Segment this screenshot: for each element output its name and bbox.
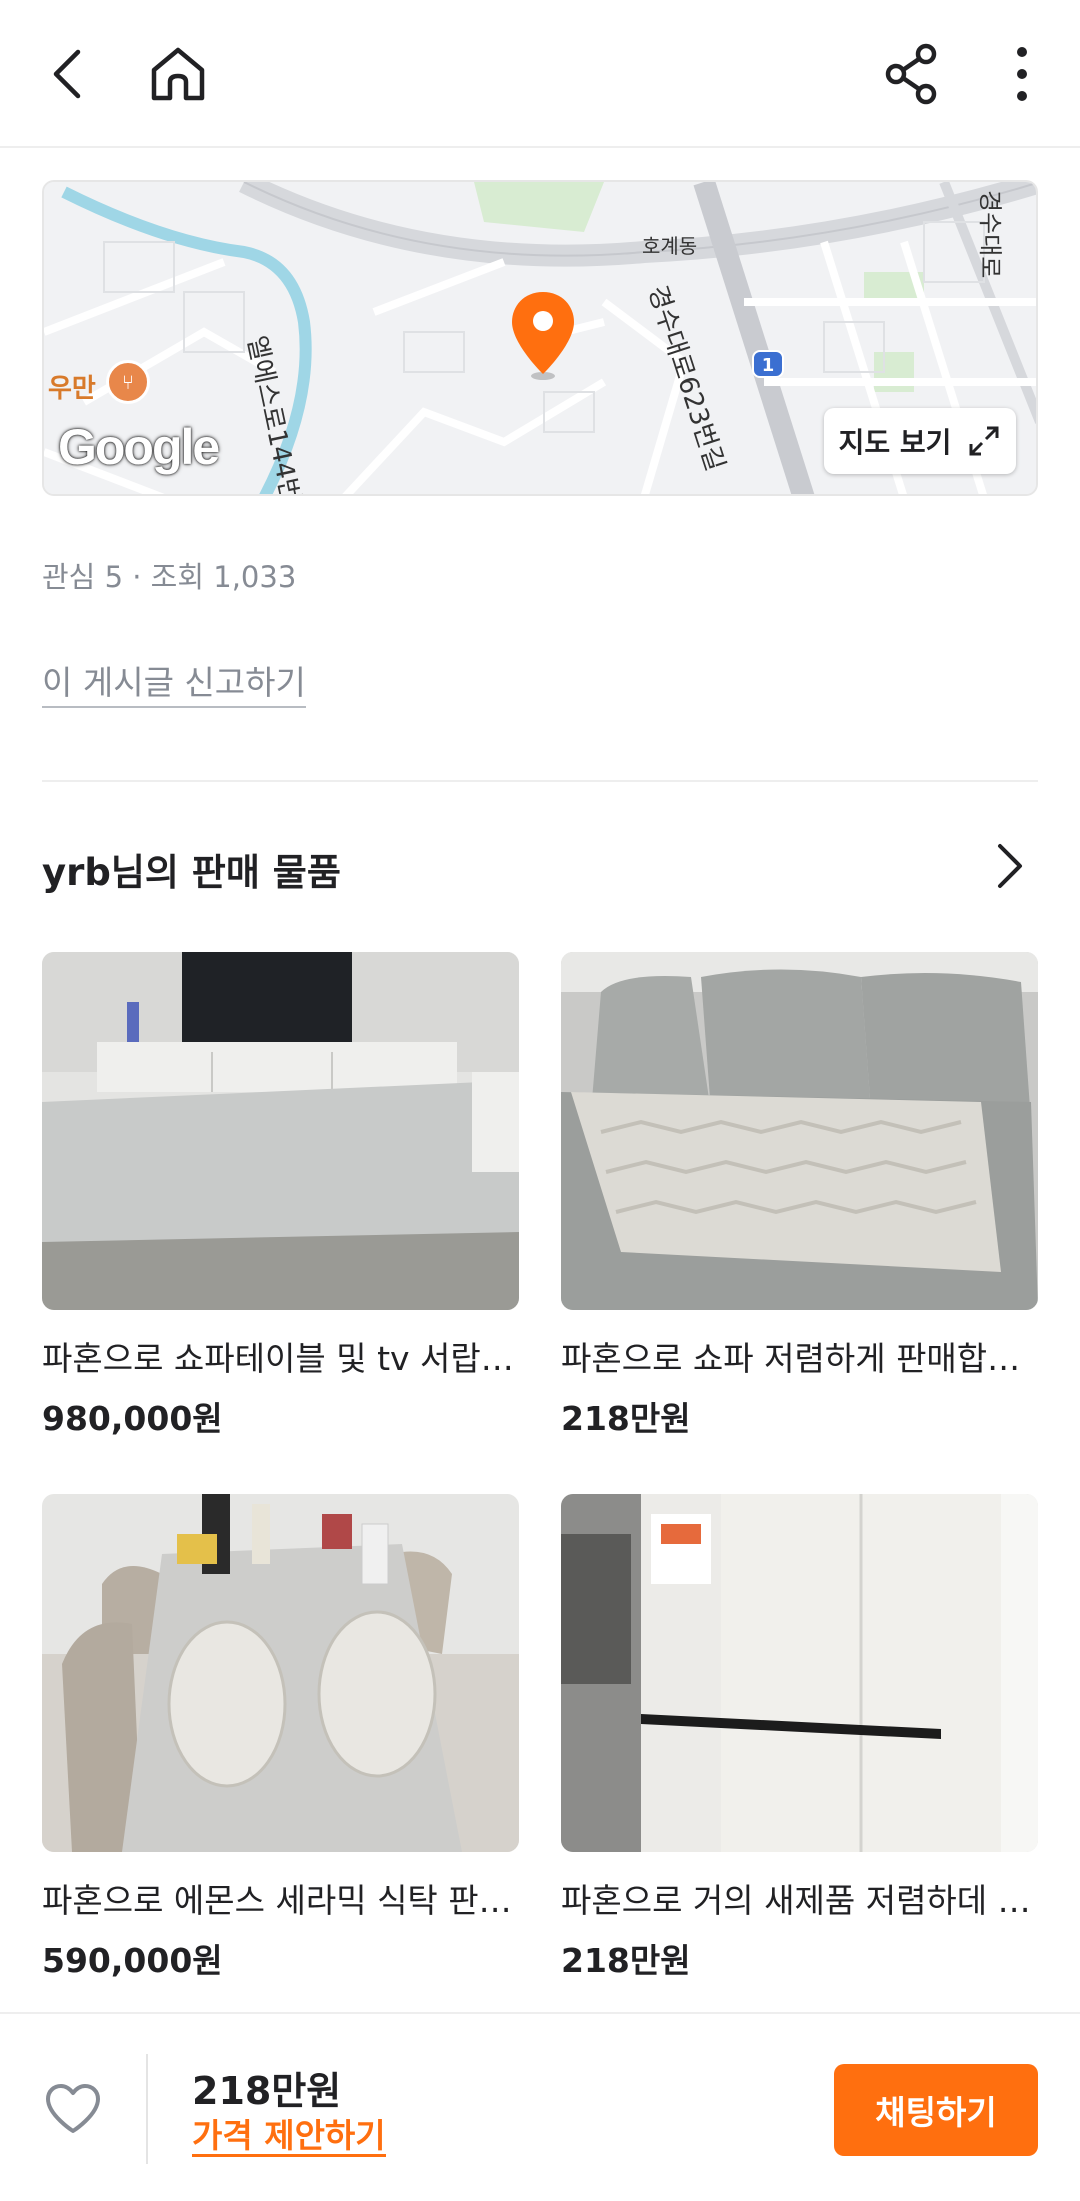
bottom-action-bar: 218만원 가격 제안하기 채팅하기 xyxy=(0,2012,1080,2201)
map-area-label: 호계동 xyxy=(642,234,698,258)
seller-section-title[interactable]: yrb님의 판매 물품 xyxy=(42,842,341,896)
road-number-badge: 1 xyxy=(752,350,784,378)
home-button[interactable] xyxy=(130,26,226,122)
location-pin-icon xyxy=(512,292,574,380)
top-app-bar xyxy=(0,0,1080,148)
location-map[interactable]: 호계동 엘에스로144번길 경수대로623번길 경수대로 우만 ⑂ 1 Goog… xyxy=(42,180,1038,496)
product-card[interactable]: 파혼으로 에몬스 세라믹 식탁 판매합니다 590,000원 xyxy=(42,1494,519,1982)
product-title: 파혼으로 에몬스 세라믹 식탁 판매합니다 xyxy=(42,1881,519,1920)
like-button[interactable] xyxy=(38,2074,108,2144)
share-button[interactable] xyxy=(864,26,960,122)
chevron-right-icon[interactable] xyxy=(980,836,1040,896)
price-offer-link[interactable]: 가격 제안하기 xyxy=(192,2117,386,2158)
product-image xyxy=(561,952,1038,1310)
product-title: 파혼으로 거의 새제품 저렴하데 판매합니다 xyxy=(561,1881,1038,1920)
product-card[interactable]: 파혼으로 쇼파테이블 및 tv 서랍장 저렴하게 판매합니다 980,000원 xyxy=(42,952,519,1440)
product-title: 파혼으로 쇼파 저렴하게 판매합니다 xyxy=(561,1339,1038,1378)
product-card[interactable]: 파혼으로 거의 새제품 저렴하데 판매합니다 218만원 xyxy=(561,1494,1038,1982)
section-divider xyxy=(42,780,1038,782)
back-button[interactable] xyxy=(22,26,118,122)
product-card[interactable]: 파혼으로 쇼파 저렴하게 판매합니다 218만원 xyxy=(561,952,1038,1440)
vertical-divider xyxy=(146,2054,148,2164)
more-options-button[interactable] xyxy=(974,26,1070,122)
product-image xyxy=(42,952,519,1310)
heart-outline-icon xyxy=(46,2084,100,2133)
product-price: 590,000원 xyxy=(42,1941,223,1980)
listing-price: 218만원 xyxy=(192,2069,342,2113)
view-map-label: 지도 보기 xyxy=(838,426,952,459)
product-image xyxy=(561,1494,1038,1852)
chat-button[interactable]: 채팅하기 xyxy=(834,2064,1038,2156)
map-road-label: 경수대로 xyxy=(976,190,1004,279)
google-logo: Google xyxy=(58,419,220,475)
map-poi-label: 우만 xyxy=(48,374,96,404)
share-icon xyxy=(885,43,937,105)
product-price: 218만원 xyxy=(561,1399,691,1438)
view-map-button[interactable]: 지도 보기 xyxy=(824,408,1016,474)
more-vertical-icon xyxy=(1017,47,1027,101)
product-price: 980,000원 xyxy=(42,1399,223,1438)
report-post-link[interactable]: 이 게시글 신고하기 xyxy=(42,656,306,708)
restaurant-icon: ⑂ xyxy=(106,360,150,404)
expand-icon xyxy=(969,426,999,456)
home-icon xyxy=(151,47,205,101)
product-title: 파혼으로 쇼파테이블 및 tv 서랍장 저렴하게 판매합니다 xyxy=(42,1339,519,1378)
product-price: 218만원 xyxy=(561,1941,691,1980)
product-image xyxy=(42,1494,519,1852)
post-stats: 관심 5 · 조회 1,033 xyxy=(42,560,297,594)
chevron-left-icon xyxy=(53,49,81,99)
